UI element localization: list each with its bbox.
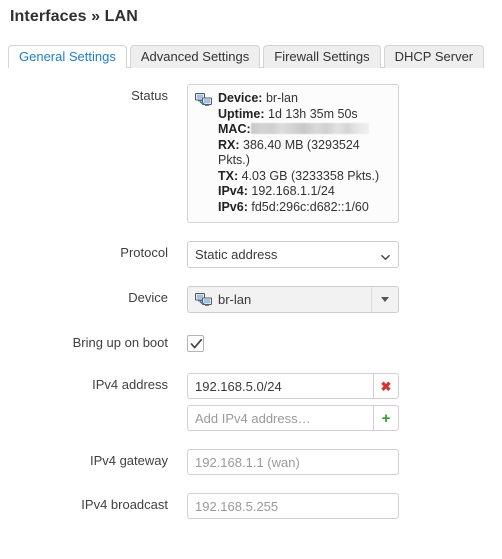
status-field: Device: br-lan Uptime: 1d 13h 35m 50s MAC:… [187, 84, 502, 223]
form-row-ipv4-broadcast: IPv4 broadcast [0, 493, 502, 519]
status-row: Device: br-lan [218, 91, 390, 107]
add-ipv4-address-button[interactable]: + [373, 405, 399, 431]
mac-redacted-value [250, 123, 369, 134]
status-row-value: 4.03 GB (3233358 Pkts.) [238, 168, 380, 183]
ipv4-broadcast-field [187, 493, 502, 519]
settings-form: Status Device: br-lan Uptime: 1d 13h 35m… [0, 84, 502, 537]
form-row-bring-up-on-boot: Bring up on boot [0, 331, 502, 355]
status-row-key: Uptime: [218, 106, 265, 121]
status-row: RX: 386.40 MB (3293524 Pkts.) [218, 138, 390, 169]
ipv4-address-field: ✖ + [187, 373, 502, 431]
status-row-key: IPv4: [218, 184, 248, 198]
ipv4-address-entry: ✖ [187, 373, 399, 399]
form-row-device: Device br-lan [0, 286, 502, 313]
status-box: Device: br-lan Uptime: 1d 13h 35m 50s MAC:… [187, 84, 399, 223]
protocol-select-wrapper: Static address [187, 241, 399, 268]
bring-up-on-boot-field [187, 331, 502, 352]
bring-up-on-boot-checkbox[interactable] [187, 335, 204, 352]
ipv4-broadcast-label: IPv4 broadcast [81, 497, 168, 512]
ipv4-gateway-input[interactable] [187, 449, 399, 475]
ipv4-gateway-label: IPv4 gateway [89, 453, 168, 468]
status-detail-list: Device: br-lan Uptime: 1d 13h 35m 50s MAC:… [196, 91, 390, 215]
tab-dhcp-server[interactable]: DHCP Server [383, 45, 485, 68]
device-dropdown-toggle[interactable] [371, 287, 398, 312]
status-row-key: TX: [218, 168, 239, 183]
ipv4-gateway-field [187, 449, 502, 475]
interface-config-page: Interfaces » LAN General Settings Advance… [0, 0, 502, 559]
page-title: Interfaces » LAN [10, 8, 138, 25]
network-device-icon [195, 93, 212, 106]
tab-general-settings[interactable]: General Settings [8, 45, 127, 69]
tab-advanced-settings[interactable]: Advanced Settings [129, 45, 261, 68]
check-icon [190, 338, 203, 349]
status-row-value: 1d 13h 35m 50s [264, 106, 358, 121]
status-row-key: MAC: [218, 122, 251, 136]
remove-ipv4-address-button[interactable]: ✖ [373, 373, 399, 399]
status-row: Uptime: 1d 13h 35m 50s [218, 107, 390, 123]
protocol-field: Static address [187, 241, 502, 268]
status-row-value: fd5d:296c:d682::1/60 [247, 199, 369, 214]
status-row-value: br-lan [262, 91, 298, 105]
tab-bar: General Settings Advanced Settings Firewal… [8, 44, 485, 69]
add-ipv4-address-input[interactable] [187, 405, 373, 431]
protocol-select[interactable]: Static address [187, 241, 399, 268]
network-device-icon [195, 293, 212, 306]
caret-down-icon [381, 297, 389, 302]
device-label: Device [128, 290, 168, 305]
ipv4-address-label: IPv4 address [92, 377, 168, 392]
status-row-value: 386.40 MB (3293524 Pkts.) [218, 137, 360, 168]
status-label: Status [131, 88, 168, 103]
status-row: IPv4: 192.168.1.1/24 [218, 184, 390, 200]
form-row-ipv4-gateway: IPv4 gateway [0, 449, 502, 475]
status-row: TX: 4.03 GB (3233358 Pkts.) [218, 169, 390, 185]
status-row-key: Device: [218, 91, 263, 105]
device-field: br-lan [187, 286, 502, 313]
bring-up-on-boot-label: Bring up on boot [72, 335, 168, 350]
status-row-key: IPv6: [218, 199, 248, 214]
ipv4-address-input[interactable] [187, 373, 373, 399]
tab-list: General Settings Advanced Settings Firewal… [8, 44, 487, 69]
status-row: IPv6: fd5d:296c:d682::1/60 [218, 200, 390, 216]
form-row-status: Status Device: br-lan Uptime: 1d 13h 35m… [0, 84, 502, 223]
tab-firewall-settings[interactable]: Firewall Settings [263, 45, 381, 68]
ipv4-broadcast-input[interactable] [187, 493, 399, 519]
status-row-key: RX: [218, 137, 240, 152]
status-row-value: 192.168.1.1/24 [247, 184, 335, 198]
device-combobox[interactable]: br-lan [187, 286, 399, 313]
protocol-label: Protocol [120, 245, 168, 260]
ipv4-address-add-entry: + [187, 405, 399, 431]
form-row-protocol: Protocol Static address [0, 241, 502, 268]
status-row: MAC: [218, 122, 390, 138]
device-value: br-lan [218, 292, 252, 307]
form-row-ipv4-address: IPv4 address ✖ + [0, 373, 502, 431]
